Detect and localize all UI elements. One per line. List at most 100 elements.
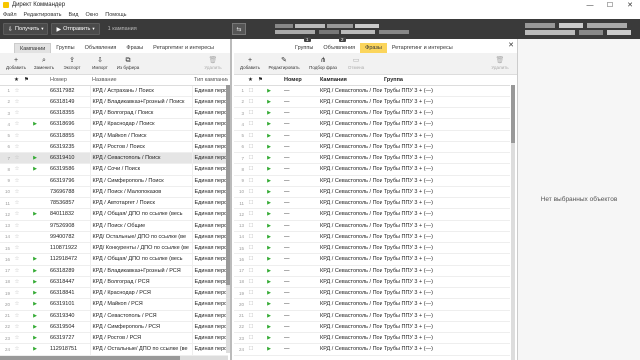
star-column-header[interactable]: ★ bbox=[12, 75, 22, 86]
table-row[interactable]: 11 ☐ ▶ — КРД / Севастополь / Поиск Трубы ППУ … bbox=[234, 197, 510, 210]
table-row[interactable]: 22 ☐ ▶ — КРД / Севастополь / Поиск Трубы ППУ … bbox=[234, 321, 510, 334]
delete-button[interactable]: 🗑 Удалить bbox=[486, 54, 514, 74]
phrase-picker-button[interactable]: ⋔ Подбор фраз bbox=[304, 54, 342, 74]
table-row[interactable]: 19 ☐ ▶ — КРД / Севастополь / Поиск Трубы ППУ … bbox=[234, 287, 510, 300]
table-row[interactable]: 16 ☆ ▶ 112918472 КРД / Общая/ ДПО по ссылке … bbox=[0, 253, 228, 266]
menu-help[interactable]: Помощь bbox=[105, 12, 126, 18]
tab-campaigns[interactable]: Кампании bbox=[14, 43, 52, 53]
checkbox-icon[interactable]: ☐ bbox=[246, 298, 256, 311]
number-column-header[interactable]: Номер bbox=[48, 75, 90, 86]
table-row[interactable]: 18 ☐ ▶ — КРД / Севастополь / Поиск Трубы ППУ … bbox=[234, 276, 510, 289]
star-icon[interactable]: ☆ bbox=[12, 141, 22, 154]
tab-retargeting[interactable]: Ретаргетинг и интересы bbox=[387, 43, 458, 53]
tab-ads[interactable]: Объявления bbox=[80, 43, 122, 53]
checkbox-icon[interactable]: ☐ bbox=[246, 107, 256, 120]
tab-groups[interactable]: Группы bbox=[51, 43, 79, 53]
checkbox-icon[interactable]: ☐ bbox=[246, 265, 256, 277]
checkbox-icon[interactable]: ☐ bbox=[246, 310, 256, 322]
table-row[interactable]: 18 ☆ ▶ 66318447 КРД / Волгоград / РСЯ Единая … bbox=[0, 276, 228, 289]
table-row[interactable]: 4 ☐ ▶ — КРД / Севастополь / Поиск Трубы ППУ 3… bbox=[234, 118, 510, 131]
table-row[interactable]: 9 ☐ ▶ — КРД / Севастополь / Поиск Трубы ППУ 3… bbox=[234, 175, 510, 187]
table-row[interactable]: 15 ☐ ▶ — КРД / Севастополь / Поиск Трубы ППУ … bbox=[234, 242, 510, 255]
table-row[interactable]: 1 ☆ 66317982 КРД / Астрахань / Поиск Единая … bbox=[0, 85, 228, 97]
table-row[interactable]: 19 ☆ ▶ 66318841 КРД / Краснодар / РСЯ Единая … bbox=[0, 287, 228, 300]
checkbox-icon[interactable]: ☐ bbox=[246, 197, 256, 210]
table-row[interactable]: 15 ☆ 110871922 КРД/ Конкуренты / ДПО по ссы… bbox=[0, 242, 228, 255]
table-row[interactable]: 9 ☆ 66319796 КРД / Симферополь / Поиск Едина… bbox=[0, 175, 228, 187]
star-icon[interactable]: ☆ bbox=[12, 242, 22, 255]
tab-ads[interactable]: Объявления bbox=[318, 43, 360, 53]
table-row[interactable]: 11 ☆ 78536857 КРД / Автотаргет / Поиск Едина… bbox=[0, 197, 228, 210]
export-button[interactable]: ⇪ Экспорт bbox=[58, 54, 86, 74]
table-row[interactable]: 3 ☆ 66318355 КРД / Волгоград / Поиск Единая … bbox=[0, 107, 228, 120]
star-icon[interactable]: ☆ bbox=[12, 163, 22, 176]
checkbox-icon[interactable]: ☐ bbox=[246, 321, 256, 334]
table-row[interactable]: 8 ☐ ▶ — КРД / Севастополь / Поиск Трубы ППУ 3… bbox=[234, 163, 510, 176]
checkbox-icon[interactable]: ☐ bbox=[246, 130, 256, 142]
table-row[interactable]: 12 ☆ ▶ 84011832 КРД / Общая/ ДПО по ссылке (… bbox=[0, 208, 228, 221]
table-row[interactable]: 20 ☆ ▶ 66319101 КРД / Майкоп / РСЯ Единая пер… bbox=[0, 298, 228, 311]
table-row[interactable]: 24 ☐ ▶ — КРД / Севастополь / Поиск Трубы ППУ … bbox=[234, 343, 510, 356]
checkbox-icon[interactable]: ☐ bbox=[246, 276, 256, 289]
campaign-column-header[interactable]: Кампания bbox=[318, 75, 382, 86]
checkbox-icon[interactable]: ☐ bbox=[246, 287, 256, 300]
star-icon[interactable]: ☆ bbox=[12, 118, 22, 131]
table-row[interactable]: 5 ☆ 66318855 КРД / Майкоп / Поиск Единая пер… bbox=[0, 130, 228, 142]
checkbox-icon[interactable]: ☐ bbox=[246, 175, 256, 187]
name-column-header[interactable]: Название bbox=[90, 75, 192, 86]
table-row[interactable]: 8☆▶66319586КРД / Сочи / ПоискЕдиная перф… bbox=[0, 163, 228, 176]
table-row[interactable]: 1 ☐ ▶ — КРД / Севастополь / Поиск Трубы ППУ 3… bbox=[234, 85, 510, 97]
star-icon[interactable]: ☆ bbox=[12, 107, 22, 120]
star-icon[interactable]: ☆ bbox=[12, 186, 22, 199]
table-row[interactable]: 5 ☐ ▶ — КРД / Севастополь / Поиск Трубы ППУ 3… bbox=[234, 130, 510, 142]
group-column-header[interactable]: Группа bbox=[382, 75, 510, 86]
star-icon[interactable]: ☆ bbox=[12, 310, 22, 322]
table-row[interactable]: 23 ☆ ▶ 66319727 КРД / Ростов / РСЯ Единая пер… bbox=[0, 332, 228, 345]
star-icon[interactable]: ☆ bbox=[12, 276, 22, 289]
table-row[interactable]: 24 ☆ ▶ 112918751 КРД / Остальные/ ДПО по ссы… bbox=[0, 343, 228, 356]
star-icon[interactable]: ☆ bbox=[12, 287, 22, 300]
star-icon[interactable]: ☆ bbox=[12, 96, 22, 109]
type-column-header[interactable]: Тип кампании bbox=[192, 75, 228, 86]
star-icon[interactable]: ☆ bbox=[12, 343, 22, 356]
tab-phrases[interactable]: Фразы bbox=[360, 43, 387, 53]
menu-window[interactable]: Окно bbox=[85, 12, 98, 18]
checkbox-icon[interactable]: ☐ bbox=[246, 85, 256, 97]
table-row[interactable]: 4 ☆ ▶ 66318696 КРД / Краснодар / Поиск Единая… bbox=[0, 118, 228, 131]
table-row[interactable]: 2 ☐ ▶ — КРД / Севастополь / Поиск Трубы ППУ 3… bbox=[234, 96, 510, 109]
table-row[interactable]: 3 ☐ ▶ — КРД / Севастополь / Поиск Трубы ППУ 3… bbox=[234, 107, 510, 120]
replace-button[interactable]: ⌕ Заменить bbox=[30, 54, 58, 74]
table-row[interactable]: 14 ☐ ▶ — КРД / Севастополь / Поиск Трубы ППУ … bbox=[234, 231, 510, 244]
import-button[interactable]: ⇩ Импорт bbox=[86, 54, 114, 74]
checkbox-icon[interactable]: ☐ bbox=[246, 152, 256, 165]
checkbox-icon[interactable]: ☐ bbox=[246, 220, 256, 232]
tab-phrases[interactable]: Фразы bbox=[121, 43, 148, 53]
star-icon[interactable]: ☆ bbox=[12, 321, 22, 334]
checkbox-icon[interactable]: ☐ bbox=[246, 163, 256, 176]
checkbox-icon[interactable]: ☐ bbox=[246, 242, 256, 255]
phrases-vertical-scrollbar[interactable] bbox=[511, 85, 515, 360]
table-row[interactable]: 21 ☐ ▶ — КРД / Севастополь / Поиск Трубы ППУ … bbox=[234, 310, 510, 322]
checkbox-icon[interactable]: ☐ bbox=[246, 332, 256, 345]
star-column-header[interactable]: ★ bbox=[246, 75, 256, 86]
table-row[interactable]: 2 ☆ 66318149 КРД / Владикавказ+Грозный / По… bbox=[0, 96, 228, 109]
table-row[interactable]: 23 ☐ ▶ — КРД / Севастополь / Поиск Трубы ППУ … bbox=[234, 332, 510, 345]
campaigns-vertical-scrollbar[interactable] bbox=[226, 85, 230, 353]
table-row[interactable]: 12 ☐ ▶ — КРД / Севастополь / Поиск Трубы ППУ … bbox=[234, 208, 510, 221]
number-column-header[interactable]: Номер bbox=[282, 75, 318, 86]
close-button[interactable]: ✕ bbox=[620, 0, 640, 10]
table-row[interactable]: 22 ☆ ▶ 66319504 КРД / Симферополь / РСЯ Едина… bbox=[0, 321, 228, 334]
tab-retargeting[interactable]: Ретаргетинг и интересы bbox=[148, 43, 219, 53]
star-icon[interactable]: ☆ bbox=[12, 208, 22, 221]
table-row[interactable]: 17 ☆ ▶ 66318289 КРД / Владикавказ+Грозный / … bbox=[0, 265, 228, 277]
table-row[interactable]: 13 ☆ 97526908 КРД / Поиск / Общие Единая пер… bbox=[0, 220, 228, 232]
cancel-button[interactable]: ▭ Отмена bbox=[342, 54, 370, 74]
star-icon[interactable]: ☆ bbox=[12, 298, 22, 311]
checkbox-icon[interactable]: ☐ bbox=[246, 186, 256, 199]
checkbox-icon[interactable]: ☐ bbox=[246, 343, 256, 356]
menu-edit[interactable]: Редактировать bbox=[24, 12, 62, 18]
table-row[interactable]: 14 ☆ 99400782 КРД/ Остальные/ ДПО по ссылке… bbox=[0, 231, 228, 244]
menu-file[interactable]: Файл bbox=[3, 12, 17, 18]
minimize-button[interactable]: — bbox=[580, 0, 600, 10]
table-row[interactable]: 10 ☐ ▶ — КРД / Севастополь / Поиск Трубы ППУ … bbox=[234, 186, 510, 199]
